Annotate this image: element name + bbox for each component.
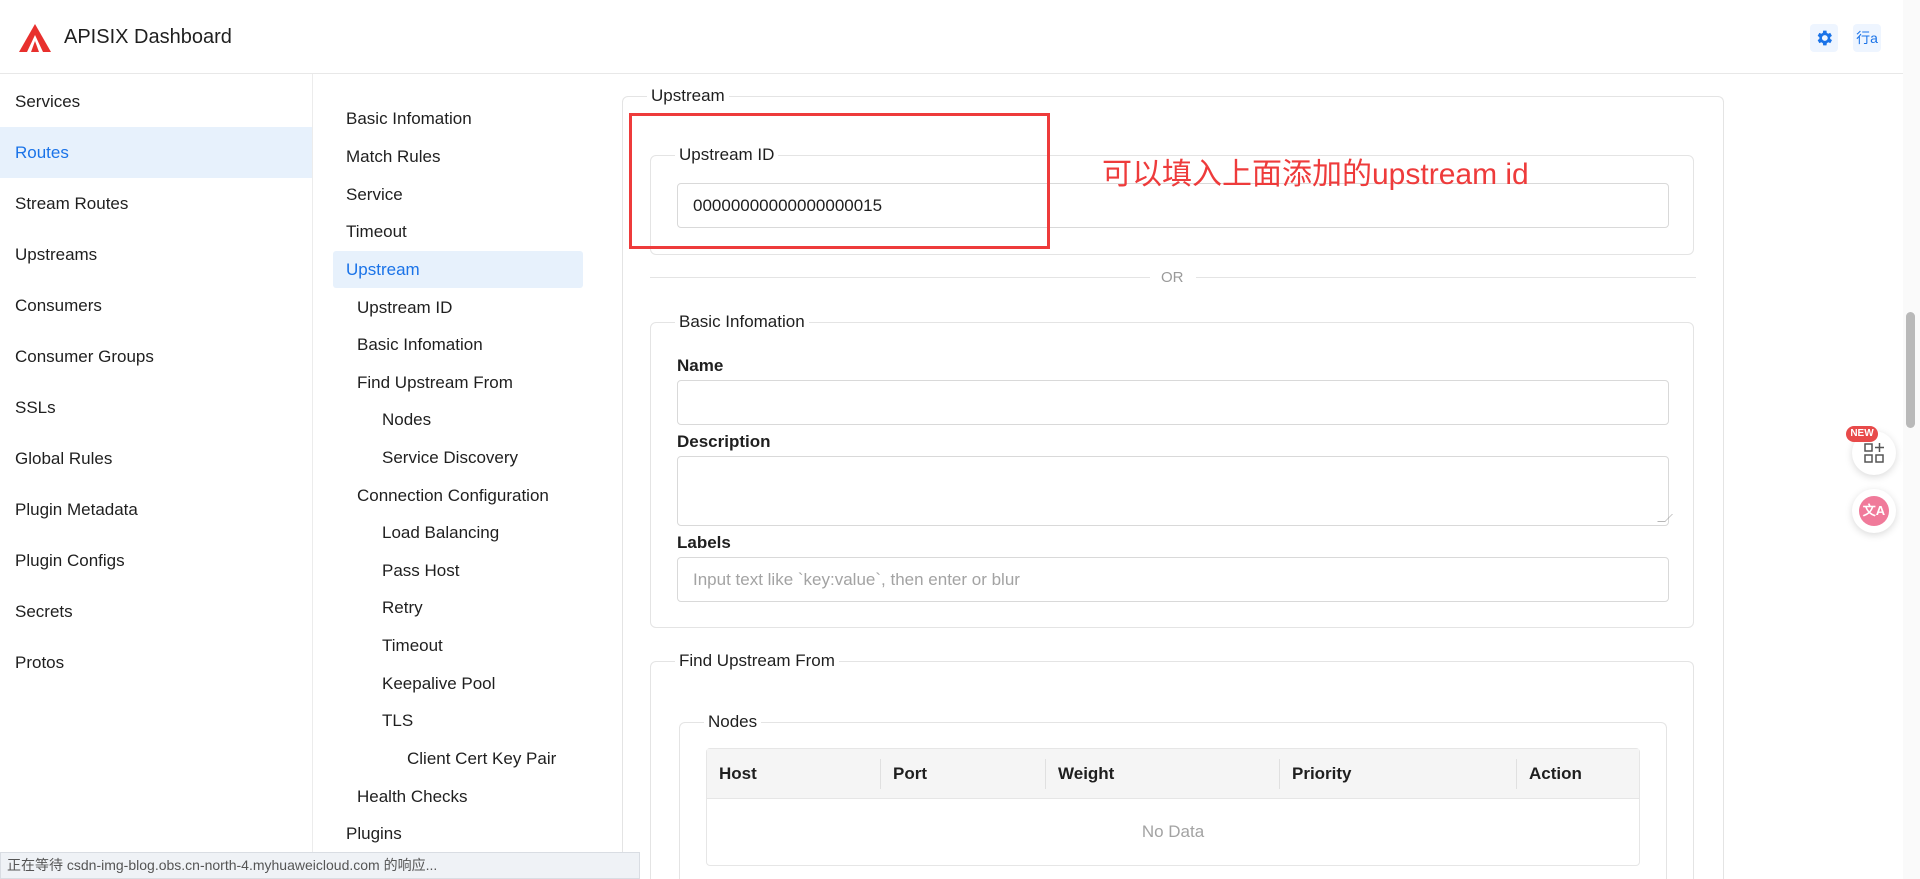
description-textarea[interactable]: [677, 456, 1673, 526]
nodes-table-header: Host Port Weight Priority Action: [707, 749, 1639, 799]
description-label: Description: [677, 432, 771, 451]
translate-icon: 行a: [1856, 30, 1878, 46]
page-scrollbar[interactable]: [1903, 0, 1920, 879]
anchor-keepalive-pool[interactable]: Keepalive Pool: [382, 665, 495, 702]
sidebar-item-stream-routes[interactable]: Stream Routes: [0, 178, 312, 229]
sidebar-item-routes[interactable]: Routes: [0, 127, 312, 178]
anchor-upstream[interactable]: Upstream: [333, 251, 583, 288]
language-switch-button[interactable]: 行a: [1853, 24, 1881, 52]
annotation-highlight-box: [629, 113, 1050, 249]
anchor-nodes[interactable]: Nodes: [382, 401, 431, 438]
sidebar-item-plugin-configs[interactable]: Plugin Configs: [0, 535, 312, 586]
settings-button[interactable]: [1810, 24, 1838, 52]
anchor-service-discovery[interactable]: Service Discovery: [382, 439, 518, 476]
column-header-action: Action: [1529, 764, 1582, 783]
anchor-retry[interactable]: Retry: [382, 589, 423, 626]
name-label: Name: [677, 356, 724, 375]
anchor-connection-configuration[interactable]: Connection Configuration: [357, 477, 549, 514]
nodes-table-empty: No Data: [1141, 822, 1205, 841]
anchor-plugins[interactable]: Plugins: [346, 815, 402, 852]
anchor-timeout[interactable]: Timeout: [346, 213, 407, 250]
anchor-find-upstream-from[interactable]: Find Upstream From: [357, 364, 513, 401]
sidebar-item-services[interactable]: Services: [0, 76, 312, 127]
sidebar-item-consumers[interactable]: Consumers: [0, 280, 312, 331]
sidebar-item-global-rules[interactable]: Global Rules: [0, 433, 312, 484]
column-header-host: Host: [719, 764, 757, 783]
app-title: APISIX Dashboard: [64, 26, 232, 48]
labels-input[interactable]: Input text like `key:value`, then enter …: [677, 557, 1669, 602]
sidebar-item-upstreams[interactable]: Upstreams: [0, 229, 312, 280]
app-header: APISIX Dashboard 行a: [0, 0, 1903, 74]
anchor-upstream-timeout[interactable]: Timeout: [382, 627, 443, 664]
nodes-table: Host Port Weight Priority Action No Data: [706, 748, 1640, 866]
new-badge: NEW: [1846, 426, 1878, 442]
browser-status-bar: 正在等待 csdn-img-blog.obs.cn-north-4.myhuaw…: [0, 852, 640, 879]
sidebar-nav: Services Routes Stream Routes Upstreams …: [0, 74, 313, 879]
labels-label: Labels: [677, 533, 731, 552]
or-divider-left: [650, 277, 1150, 278]
sidebar-item-secrets[interactable]: Secrets: [0, 586, 312, 637]
nodes-legend: Nodes: [708, 712, 758, 731]
sidebar-item-plugin-metadata[interactable]: Plugin Metadata: [0, 484, 312, 535]
or-divider-text: OR: [1161, 269, 1184, 286]
anchor-load-balancing[interactable]: Load Balancing: [382, 514, 499, 551]
anchor-health-checks[interactable]: Health Checks: [357, 778, 468, 815]
annotation-text: 可以填入上面添加的upstream id: [1102, 158, 1529, 191]
name-input[interactable]: [677, 380, 1669, 425]
column-header-weight: Weight: [1058, 764, 1115, 783]
upstream-section-legend: Upstream: [651, 86, 725, 105]
page-scrollbar-thumb[interactable]: [1906, 312, 1915, 428]
anchor-client-cert-key-pair[interactable]: Client Cert Key Pair: [407, 740, 556, 777]
basic-info-legend: Basic Infomation: [679, 312, 805, 331]
gear-icon: [1817, 30, 1832, 46]
sidebar-item-protos[interactable]: Protos: [0, 637, 312, 688]
column-header-port: Port: [893, 764, 927, 783]
apps-add-icon: [1864, 443, 1884, 463]
anchor-service[interactable]: Service: [346, 176, 403, 213]
apisix-logo-icon[interactable]: [18, 23, 52, 53]
anchor-upstream-basic-information[interactable]: Basic Infomation: [357, 326, 483, 363]
anchor-tls[interactable]: TLS: [382, 702, 413, 739]
anchor-match-rules[interactable]: Match Rules: [346, 138, 440, 175]
translate-widget-button[interactable]: 文A: [1852, 489, 1896, 533]
translate-icon: 文A: [1859, 496, 1889, 526]
find-upstream-legend: Find Upstream From: [679, 651, 835, 670]
sidebar-item-ssls[interactable]: SSLs: [0, 382, 312, 433]
sidebar-item-consumer-groups[interactable]: Consumer Groups: [0, 331, 312, 382]
anchor-pass-host[interactable]: Pass Host: [382, 552, 459, 589]
column-header-priority: Priority: [1292, 764, 1352, 783]
anchor-upstream-id[interactable]: Upstream ID: [357, 289, 452, 326]
or-divider-right: [1196, 277, 1696, 278]
anchor-basic-information[interactable]: Basic Infomation: [346, 100, 472, 137]
